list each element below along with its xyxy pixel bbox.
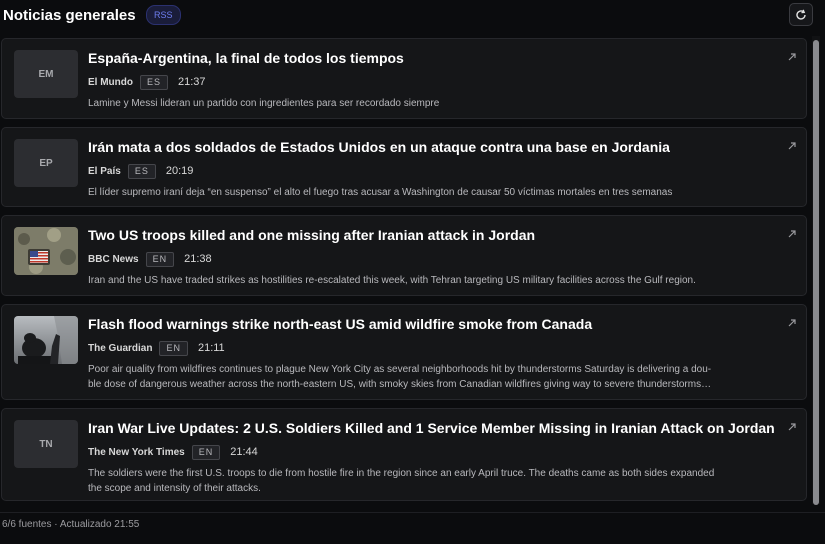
news-summary-line: ble dose of dangerous weather across the… <box>88 379 712 390</box>
source-thumbnail: EP <box>14 139 78 187</box>
news-thumbnail-image <box>14 316 78 364</box>
news-summary-line: the scope and intensity of their attacks… <box>88 483 261 494</box>
news-source: El País <box>88 165 121 177</box>
refresh-button[interactable] <box>789 3 813 26</box>
language-badge: EN <box>191 444 221 460</box>
external-link-icon[interactable] <box>787 52 797 62</box>
scrollbar-thumb[interactable] <box>813 40 819 505</box>
news-time: 21:11 <box>197 342 225 354</box>
news-headline[interactable]: España-Argentina, la final de todos los … <box>88 50 778 66</box>
external-link-icon[interactable] <box>787 141 797 151</box>
news-meta: BBC News EN 21:38 <box>88 251 212 267</box>
news-card[interactable]: Flash flood warnings strike north-east U… <box>1 304 807 400</box>
news-time: 21:38 <box>184 253 212 265</box>
scrollbar[interactable] <box>812 36 820 505</box>
news-summary: Poor air quality from wildfires continue… <box>88 362 778 392</box>
news-meta: El Mundo ES 21:37 <box>88 74 206 90</box>
footer: 6/6 fuentes · Actualizado 21:55 <box>0 512 825 544</box>
news-meta: The Guardian EN 21:11 <box>88 340 225 356</box>
refresh-icon <box>796 9 806 20</box>
rss-badge: RSS <box>146 5 181 25</box>
news-summary: Iran and the US have traded strikes as h… <box>88 275 696 286</box>
news-meta: The New York Times EN 21:44 <box>88 444 258 460</box>
source-thumbnail: TN <box>14 420 78 468</box>
news-list: EM España-Argentina, la final de todos l… <box>0 36 810 504</box>
news-headline[interactable]: Flash flood warnings strike north-east U… <box>88 316 778 332</box>
news-headline[interactable]: Iran War Live Updates: 2 U.S. Soldiers K… <box>88 420 778 436</box>
language-badge: ES <box>127 163 156 179</box>
news-time: 21:44 <box>230 446 258 458</box>
news-summary-line: Poor air quality from wildfires continue… <box>88 364 712 375</box>
news-source: The Guardian <box>88 342 153 354</box>
news-meta: El País ES 20:19 <box>88 163 193 179</box>
news-source: El Mundo <box>88 76 133 88</box>
language-badge: EN <box>145 251 175 267</box>
header: Noticias generales RSS <box>0 0 825 32</box>
external-link-icon[interactable] <box>787 318 797 328</box>
news-card[interactable]: EM España-Argentina, la final de todos l… <box>1 38 807 119</box>
news-source: BBC News <box>88 253 139 265</box>
status-text: 6/6 fuentes · Actualizado 21:55 <box>2 519 140 530</box>
news-card[interactable]: TN Iran War Live Updates: 2 U.S. Soldier… <box>1 408 807 501</box>
language-badge: EN <box>159 340 188 356</box>
news-headline[interactable]: Irán mata a dos soldados de Estados Unid… <box>88 139 778 155</box>
news-summary-line: The soldiers were the first U.S. troops … <box>88 468 715 479</box>
news-headline[interactable]: Two US troops killed and one missing aft… <box>88 227 778 243</box>
external-link-icon[interactable] <box>787 229 797 239</box>
news-card[interactable]: EP Irán mata a dos soldados de Estados U… <box>1 127 807 207</box>
language-badge: ES <box>140 74 169 90</box>
news-summary: El líder supremo iraní deja “en suspenso… <box>88 187 673 198</box>
news-thumbnail-image <box>14 227 78 275</box>
news-time: 20:19 <box>165 165 194 177</box>
source-thumbnail: EM <box>14 50 78 98</box>
news-source: The New York Times <box>88 446 185 458</box>
news-card[interactable]: Two US troops killed and one missing aft… <box>1 215 807 296</box>
news-time: 21:37 <box>178 76 206 88</box>
page-title: Noticias generales <box>3 7 136 24</box>
news-summary: The soldiers were the first U.S. troops … <box>88 466 778 496</box>
news-summary: Lamine y Messi lideran un partido con in… <box>88 98 440 109</box>
external-link-icon[interactable] <box>787 422 797 432</box>
